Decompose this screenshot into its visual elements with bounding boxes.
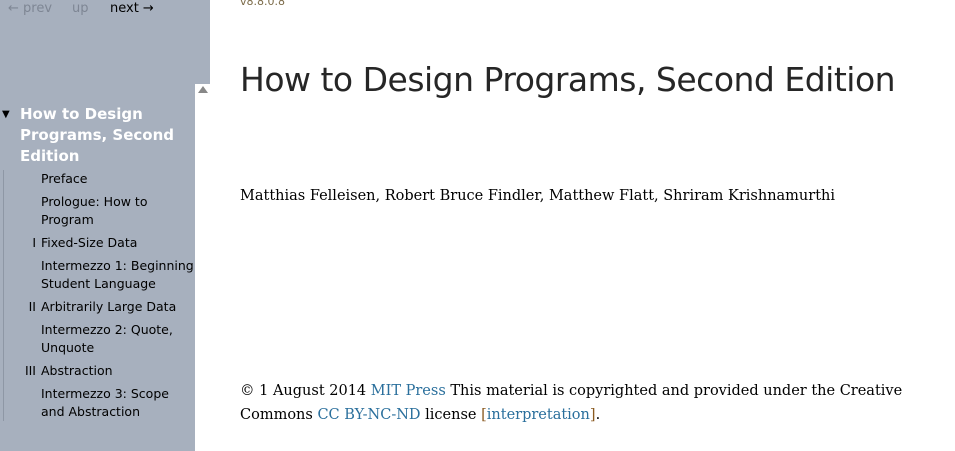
toc-item-label: Abstraction: [41, 363, 113, 378]
sidebar: ← prev up next → ▼ How to Design Programs…: [0, 0, 210, 451]
toc-item-number: II: [28, 299, 36, 314]
next-link[interactable]: next →: [110, 1, 154, 16]
period: .: [595, 407, 601, 423]
license-text: license: [420, 407, 482, 423]
toc-item-number: III: [24, 363, 36, 378]
toc-title-label: How to Design Programs, Second Edition: [20, 105, 175, 165]
toc-item-label: Intermezzo 3: Scope and Abstraction: [41, 386, 169, 419]
toc: ▼ How to Design Programs, Second Edition …: [0, 104, 195, 426]
collapse-triangle-icon[interactable]: ▼: [2, 104, 10, 125]
license-link[interactable]: CC BY-NC-ND: [317, 407, 420, 423]
toc-item[interactable]: II Arbitrarily Large Data: [4, 298, 194, 316]
mit-press-link[interactable]: MIT Press: [371, 383, 446, 399]
page-title: How to Design Programs, Second Edition: [240, 60, 896, 99]
toc-item-label: Intermezzo 1: Beginning Student Language: [41, 258, 194, 291]
up-link[interactable]: up: [72, 1, 89, 16]
toc-item-label: Prologue: How to Program: [41, 194, 148, 227]
toc-scrollbar[interactable]: [195, 84, 210, 451]
toc-item-label: Arbitrarily Large Data: [41, 299, 177, 314]
toc-item[interactable]: Intermezzo 1: Beginning Student Language: [4, 257, 194, 293]
copyright-notice: © 1 August 2014 MIT Press This material …: [240, 379, 940, 427]
toc-title[interactable]: ▼ How to Design Programs, Second Edition: [0, 104, 175, 167]
toc-item[interactable]: Preface: [4, 170, 194, 188]
toc-item-label: Intermezzo 2: Quote, Unquote: [41, 322, 173, 355]
interpretation-link[interactable]: interpretation: [487, 407, 590, 423]
version-label: v8.8.0.8: [240, 0, 285, 8]
toc-item[interactable]: I Fixed-Size Data: [4, 234, 194, 252]
toc-item[interactable]: Prologue: How to Program: [4, 193, 194, 229]
toc-item[interactable]: Intermezzo 2: Quote, Unquote: [4, 321, 194, 357]
scroll-up-arrow-icon[interactable]: [198, 86, 208, 93]
prev-link[interactable]: ← prev: [8, 1, 52, 16]
toc-item[interactable]: Intermezzo 3: Scope and Abstraction: [4, 385, 194, 421]
toc-item[interactable]: III Abstraction: [4, 362, 194, 380]
copyright-date: © 1 August 2014: [240, 383, 371, 399]
toc-item-number: I: [32, 235, 36, 250]
toc-item-label: Preface: [41, 171, 88, 186]
toc-item-label: Fixed-Size Data: [41, 235, 138, 250]
authors: Matthias Felleisen, Robert Bruce Findler…: [240, 188, 836, 204]
